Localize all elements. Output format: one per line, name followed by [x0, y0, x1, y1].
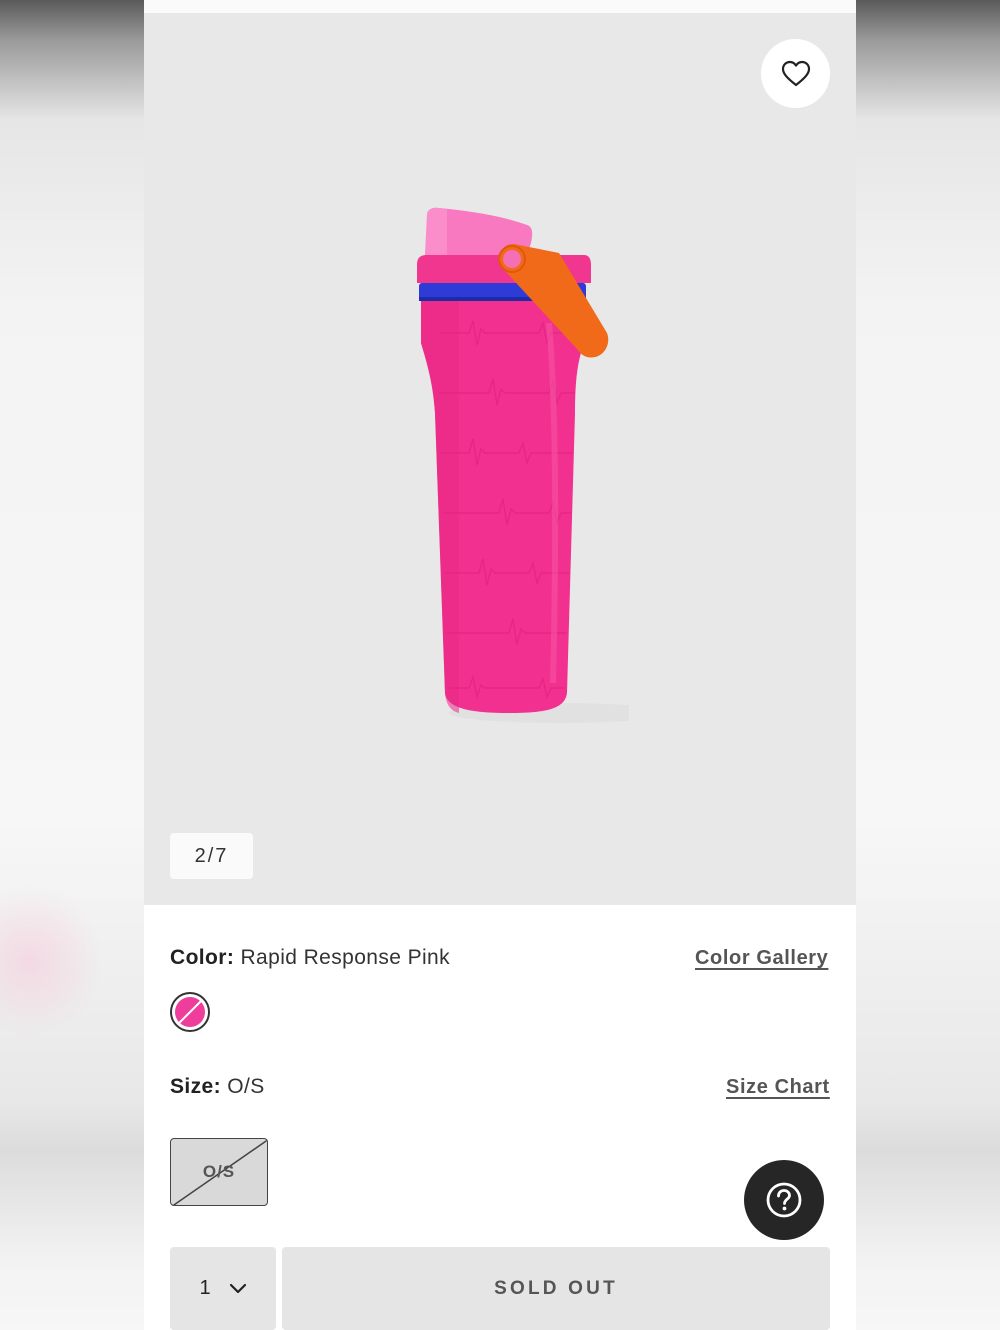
question-icon	[766, 1182, 802, 1218]
help-button[interactable]	[744, 1160, 824, 1240]
product-gallery[interactable]: 2/7	[144, 13, 856, 905]
favorite-button[interactable]	[761, 39, 830, 108]
top-strip	[144, 0, 856, 13]
size-option-label: O/S	[202, 1162, 236, 1181]
color-value: Rapid Response Pink	[240, 946, 451, 969]
size-row: Size: O/S	[170, 1075, 265, 1099]
color-gallery-link[interactable]: Color Gallery	[695, 947, 828, 970]
quantity-select[interactable]: 1	[170, 1247, 276, 1330]
heart-icon	[781, 60, 810, 86]
color-row: Color: Rapid Response Pink	[170, 946, 450, 970]
size-chart-link[interactable]: Size Chart	[726, 1076, 830, 1099]
size-option-os[interactable]: O/S	[170, 1138, 268, 1206]
image-counter: 2/7	[170, 833, 253, 879]
color-swatch-fill	[175, 997, 205, 1027]
quantity-value: 1	[199, 1277, 211, 1299]
product-image	[417, 207, 629, 723]
color-label: Color:	[170, 946, 235, 969]
sold-out-button[interactable]: SOLD OUT	[282, 1247, 830, 1330]
size-label: Size:	[170, 1075, 222, 1098]
product-panel: 2/7 Color: Rapid Response Pink Color Gal…	[144, 0, 856, 1330]
color-swatch[interactable]	[170, 992, 210, 1032]
chevron-down-icon	[229, 1283, 246, 1293]
size-value: O/S	[227, 1075, 265, 1098]
